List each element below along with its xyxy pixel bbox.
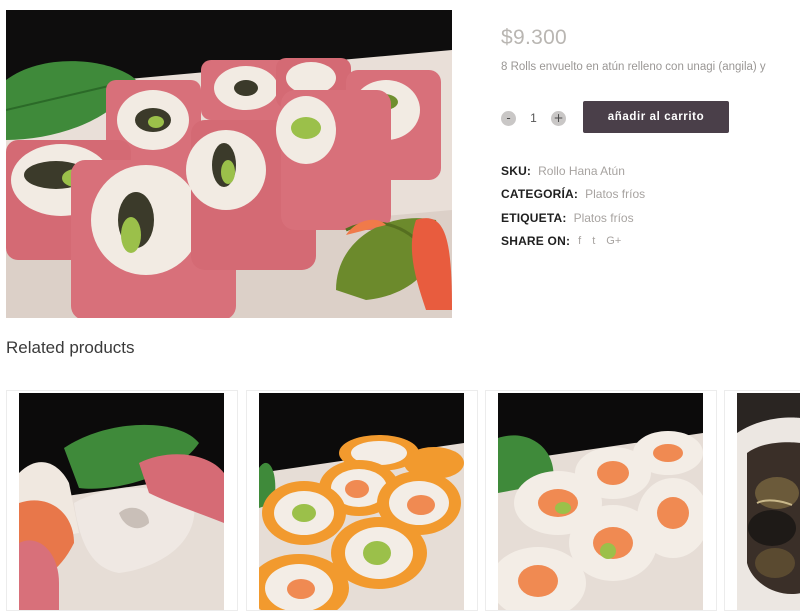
tag-label: ETIQUETA: [501, 210, 567, 225]
product-image[interactable] [6, 10, 452, 318]
share-label: SHARE ON: [501, 234, 571, 249]
bowl-photo-icon[interactable] [737, 393, 800, 610]
product-price: $9.300 [501, 26, 568, 49]
google-plus-icon[interactable]: G+ [606, 235, 621, 247]
sku-label: SKU: [501, 163, 532, 178]
tag-row: ETIQUETA: Platos fríos [501, 206, 645, 230]
masago-roll-photo-icon[interactable] [259, 393, 464, 610]
share-row: SHARE ON: f t G+ [501, 230, 645, 254]
related-product-card[interactable] [485, 390, 717, 611]
related-products-heading: Related products [6, 338, 135, 357]
related-product-card[interactable] [6, 390, 238, 611]
twitter-icon[interactable]: t [592, 235, 595, 247]
facebook-icon[interactable]: f [578, 235, 581, 247]
related-product-card[interactable] [724, 390, 800, 611]
related-product-card[interactable] [246, 390, 478, 611]
product-description: 8 Rolls envuelto en atún relleno con una… [501, 61, 766, 73]
quantity-decrease-button[interactable]: - [501, 110, 516, 126]
quantity-stepper[interactable]: - 1 + [501, 109, 566, 127]
salmon-roll-photo-icon[interactable] [498, 393, 703, 610]
category-row: CATEGORÍA: Platos fríos [501, 183, 645, 207]
share-icons: f t G+ [578, 235, 621, 247]
category-link[interactable]: Platos fríos [585, 187, 645, 201]
tag-link[interactable]: Platos fríos [574, 211, 634, 225]
quantity-increase-button[interactable]: + [551, 110, 566, 126]
sashimi-photo-icon[interactable] [19, 393, 224, 610]
sku-row: SKU: Rollo Hana Atún [501, 159, 645, 183]
quantity-input[interactable]: 1 [516, 111, 551, 125]
sku-value: Rollo Hana Atún [538, 163, 625, 178]
category-label: CATEGORÍA: [501, 187, 579, 202]
product-meta: SKU: Rollo Hana Atún CATEGORÍA: Platos f… [501, 159, 645, 253]
add-to-cart-button[interactable]: añadir al carrito [583, 101, 729, 133]
